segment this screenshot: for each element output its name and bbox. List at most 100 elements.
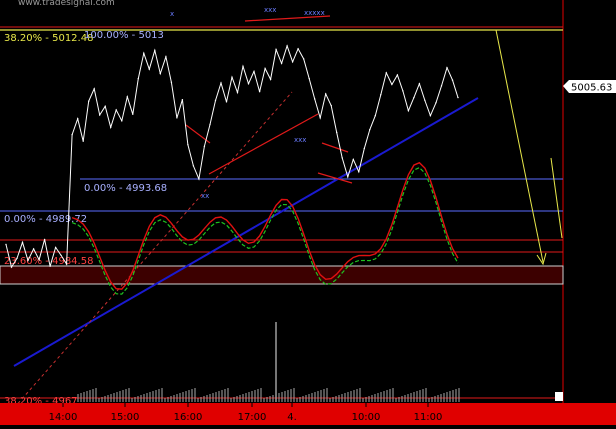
price-point <box>154 49 156 51</box>
price-point <box>325 93 327 95</box>
price-point <box>247 83 250 85</box>
price-point <box>242 65 244 68</box>
price-point <box>258 91 261 93</box>
price-point <box>93 88 95 90</box>
price-point <box>424 99 426 102</box>
site-text: www.tradesignal.com <box>18 0 115 8</box>
price-point <box>435 102 437 104</box>
price-point <box>88 100 90 102</box>
price-point <box>65 263 68 265</box>
price-point <box>402 90 404 92</box>
price-point <box>319 117 321 119</box>
price-point <box>198 178 200 180</box>
price-point <box>286 45 288 47</box>
price-point <box>27 259 29 262</box>
price-point <box>225 101 228 103</box>
marker-x-2: xxx <box>264 6 276 14</box>
time-tick-label: 16:00 <box>174 412 203 423</box>
price-point <box>385 72 387 74</box>
price-point <box>330 104 332 107</box>
time-tick-label: 11:00 <box>414 412 443 423</box>
price-point <box>60 254 62 257</box>
price-point <box>347 176 349 178</box>
price-chart[interactable]: 38.20% - 5012.48 100.00% - 5013 0.00% - … <box>0 0 616 425</box>
price-point <box>187 144 189 146</box>
price-point <box>291 61 294 63</box>
price-point <box>396 74 399 76</box>
chart-window: 38.20% - 5012.48 100.00% - 5013 0.00% - … <box>0 0 616 425</box>
price-point <box>126 96 128 98</box>
price-point <box>369 128 371 131</box>
price-point <box>170 81 173 84</box>
price-point <box>38 259 40 261</box>
price-point <box>137 77 139 80</box>
price-point <box>457 96 459 99</box>
price-point <box>5 243 7 246</box>
price-point <box>99 114 101 116</box>
price-point <box>181 99 184 101</box>
time-axis-bar <box>0 403 616 425</box>
last-price-text: 5005.63 <box>571 83 612 94</box>
marker-x-4: xxx <box>294 136 306 144</box>
price-point <box>303 58 305 60</box>
price-point <box>418 83 421 85</box>
price-point <box>21 241 24 243</box>
fib-label-mid: 0.00% - 4993.68 <box>84 183 167 194</box>
price-point <box>43 238 46 241</box>
fib-label-high: 100.00% - 5013 <box>84 30 164 41</box>
price-point <box>220 82 222 84</box>
price-point <box>358 171 360 173</box>
price-point <box>115 109 117 111</box>
price-point <box>104 105 106 108</box>
time-tick-label: 4. <box>287 412 297 423</box>
price-point <box>380 94 382 96</box>
fib-label-top: 38.20% - 5012.48 <box>4 33 93 44</box>
price-point <box>159 72 161 75</box>
price-point <box>314 98 316 100</box>
price-point <box>176 117 178 119</box>
time-tick-label: 15:00 <box>111 412 140 423</box>
price-point <box>440 85 443 87</box>
price-point <box>192 165 195 167</box>
price-point <box>82 140 84 142</box>
price-point <box>209 123 211 126</box>
price-point <box>336 131 338 134</box>
price-point <box>275 48 277 51</box>
price-point <box>110 126 112 129</box>
price-point <box>16 257 18 259</box>
price-point <box>374 115 376 117</box>
price-point <box>451 79 454 81</box>
price-point <box>280 62 283 65</box>
price-point <box>253 70 255 73</box>
price-point <box>363 147 365 150</box>
marker-x-1: x <box>170 10 174 18</box>
price-point <box>429 115 432 117</box>
price-point <box>203 145 206 147</box>
marker-x-3: xxxxx <box>304 9 325 17</box>
price-point <box>407 110 410 112</box>
price-point <box>269 78 272 81</box>
price-point <box>214 99 217 102</box>
price-point <box>49 265 51 267</box>
price-point <box>54 246 57 249</box>
price-point <box>132 113 134 116</box>
fib-zone-dark-red <box>0 265 564 285</box>
price-point <box>10 266 13 268</box>
price-point <box>308 77 310 80</box>
corner-box[interactable] <box>555 392 563 401</box>
price-point <box>143 52 145 54</box>
price-point <box>77 118 79 120</box>
price-point <box>231 76 233 78</box>
price-point <box>236 91 239 94</box>
price-point <box>264 67 266 70</box>
time-tick-label: 10:00 <box>352 412 381 423</box>
price-point <box>352 158 354 161</box>
price-point <box>148 68 150 70</box>
price-scale-strip <box>563 0 616 425</box>
price-point <box>446 67 448 69</box>
marker-x-5: xx <box>201 192 209 200</box>
price-point <box>413 96 415 99</box>
price-point <box>297 48 299 50</box>
price-point <box>32 248 35 250</box>
price-point <box>165 56 167 58</box>
